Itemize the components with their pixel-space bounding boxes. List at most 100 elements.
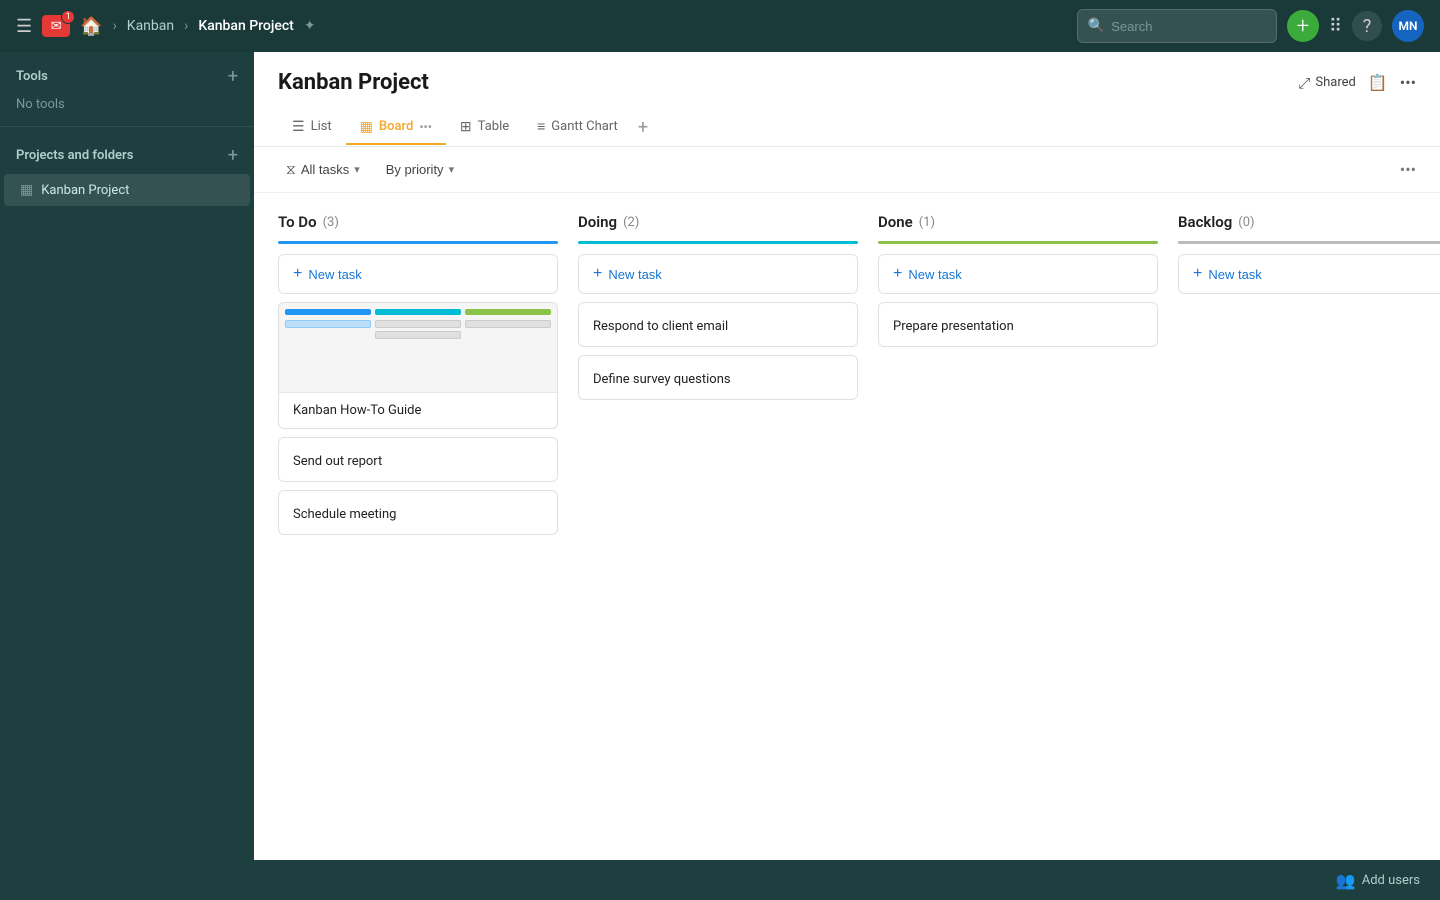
breadcrumb-project[interactable]: Kanban Project (198, 18, 294, 34)
project-title-row: Kanban Project ⤢ Shared 📋 ••• (278, 70, 1416, 95)
tab-board[interactable]: ▦ Board ••• (346, 111, 446, 145)
tab-table-label: Table (478, 119, 509, 134)
breadcrumb-kanban[interactable]: Kanban (127, 18, 174, 34)
column-title: Done (878, 213, 913, 231)
new-task-button[interactable]: + New task (278, 254, 558, 294)
new-task-button[interactable]: +New task (578, 254, 858, 294)
task-card-with-preview[interactable]: Kanban How-To Guide (278, 302, 558, 429)
column-count: (3) (323, 215, 339, 230)
shared-label: Shared (1315, 75, 1355, 90)
mail-badge[interactable]: ✉ 1 (42, 15, 70, 37)
board-tab-icon: ▦ (360, 119, 373, 135)
board-tab-more[interactable]: ••• (419, 120, 432, 134)
grid-icon[interactable]: ⠿ (1329, 16, 1342, 37)
tab-board-label: Board (379, 119, 413, 134)
column-title: Backlog (1178, 213, 1232, 231)
sidebar-divider (0, 126, 254, 127)
tools-add-icon[interactable]: + (228, 66, 238, 87)
column-doing: Doing (2) +New task Respond to client email… (578, 213, 858, 408)
projects-section-title: Projects and folders (16, 148, 133, 163)
new-task-plus-icon: + (1193, 265, 1202, 283)
tab-gantt[interactable]: ≡ Gantt Chart (523, 110, 632, 145)
project-more-icon[interactable]: ••• (1400, 73, 1416, 92)
bottom-bar: 👥 Add users (0, 860, 1440, 900)
column-bar (878, 241, 1158, 244)
column-bar (578, 241, 858, 244)
search-magnify-icon: 🔍 (1088, 18, 1105, 34)
add-button[interactable]: + (1287, 10, 1319, 42)
column-backlog: Backlog (0) +New task (1178, 213, 1440, 302)
help-icon[interactable]: ? (1352, 11, 1382, 41)
column-bar (278, 241, 558, 244)
task-card[interactable]: Define survey questions (578, 355, 858, 400)
list-tab-icon: ☰ (292, 119, 305, 135)
task-card[interactable]: Send out report (278, 437, 558, 482)
preview-col-2 (375, 309, 461, 386)
preview-col-header-blue (285, 309, 371, 315)
hamburger-icon[interactable]: ☰ (16, 16, 32, 37)
sidebar: Tools + No tools Projects and folders + … (0, 52, 254, 860)
column-to-do: To Do(3)+New task (278, 213, 558, 543)
table-tab-icon: ⊞ (460, 119, 472, 135)
project-header: Kanban Project ⤢ Shared 📋 ••• ☰ List ▦ (254, 52, 1440, 147)
toolbar-more-icon[interactable]: ••• (1400, 160, 1416, 179)
sidebar-item-kanban-project[interactable]: ▦ Kanban Project (4, 174, 250, 206)
task-card-label: Prepare presentation (893, 319, 1014, 334)
task-card-label: Send out report (293, 454, 382, 469)
toolbar-left: ⧖ All tasks ▾ By priority ▾ (278, 157, 462, 182)
column-bar (1178, 241, 1440, 244)
projects-add-icon[interactable]: + (228, 145, 238, 166)
note-icon[interactable]: 📋 (1368, 73, 1388, 92)
navbar-left: ☰ ✉ 1 🏠 › Kanban › Kanban Project ✦ (16, 15, 1065, 37)
tools-section-header: Tools + (0, 52, 254, 95)
task-card[interactable]: Schedule meeting (278, 490, 558, 535)
preview-col-1 (285, 309, 371, 386)
home-icon[interactable]: 🏠 (80, 16, 102, 37)
add-users-icon: 👥 (1336, 871, 1356, 890)
tab-table[interactable]: ⊞ Table (446, 111, 523, 145)
task-card-label: Schedule meeting (293, 507, 396, 522)
navbar-right: 🔍 + ⠿ ? MN (1077, 9, 1424, 43)
column-title: Doing (578, 213, 617, 231)
preview-line (465, 320, 551, 328)
preview-line (285, 320, 371, 328)
column-count: (2) (623, 215, 639, 230)
group-button[interactable]: By priority ▾ (378, 158, 462, 181)
pin-icon[interactable]: ✦ (304, 18, 316, 34)
search-box[interactable]: 🔍 (1077, 9, 1277, 43)
search-input[interactable] (1111, 19, 1266, 34)
navbar: ☰ ✉ 1 🏠 › Kanban › Kanban Project ✦ 🔍 + … (0, 0, 1440, 52)
preview-col-3 (465, 309, 551, 386)
filter-label: All tasks (301, 162, 349, 177)
tab-list[interactable]: ☰ List (278, 111, 346, 145)
sidebar-project-label: Kanban Project (41, 183, 129, 198)
task-card[interactable]: Respond to client email (578, 302, 858, 347)
column-header: Backlog (0) (1178, 213, 1440, 231)
filter-chevron-icon: ▾ (354, 163, 360, 176)
avatar[interactable]: MN (1392, 10, 1424, 42)
column-count: (0) (1238, 215, 1254, 230)
task-card-label: Define survey questions (593, 372, 731, 387)
column-header: Done(1) (878, 213, 1158, 231)
new-task-button[interactable]: +New task (1178, 254, 1440, 294)
add-tab-button[interactable]: + (632, 109, 654, 146)
board: To Do(3)+New task (254, 193, 1440, 860)
mail-icon: ✉ (51, 19, 62, 34)
preview-col-header-green (465, 309, 551, 315)
content-area: Kanban Project ⤢ Shared 📋 ••• ☰ List ▦ (254, 52, 1440, 860)
new-task-plus-icon: + (593, 265, 602, 283)
task-card[interactable]: Prepare presentation (878, 302, 1158, 347)
shared-button[interactable]: ⤢ Shared (1298, 74, 1355, 92)
preview-line (375, 320, 461, 328)
new-task-plus-icon: + (293, 265, 302, 283)
filter-button[interactable]: ⧖ All tasks ▾ (278, 157, 368, 182)
new-task-button[interactable]: +New task (878, 254, 1158, 294)
add-users-button[interactable]: 👥 Add users (1336, 871, 1420, 890)
tab-list-label: List (311, 119, 332, 134)
no-tools-label: No tools (0, 95, 254, 126)
breadcrumb-sep-2: › (184, 18, 188, 34)
preview-col-header-cyan (375, 309, 461, 315)
projects-section-header: Projects and folders + (0, 131, 254, 174)
toolbar: ⧖ All tasks ▾ By priority ▾ ••• (254, 147, 1440, 193)
new-task-label: New task (308, 267, 361, 282)
